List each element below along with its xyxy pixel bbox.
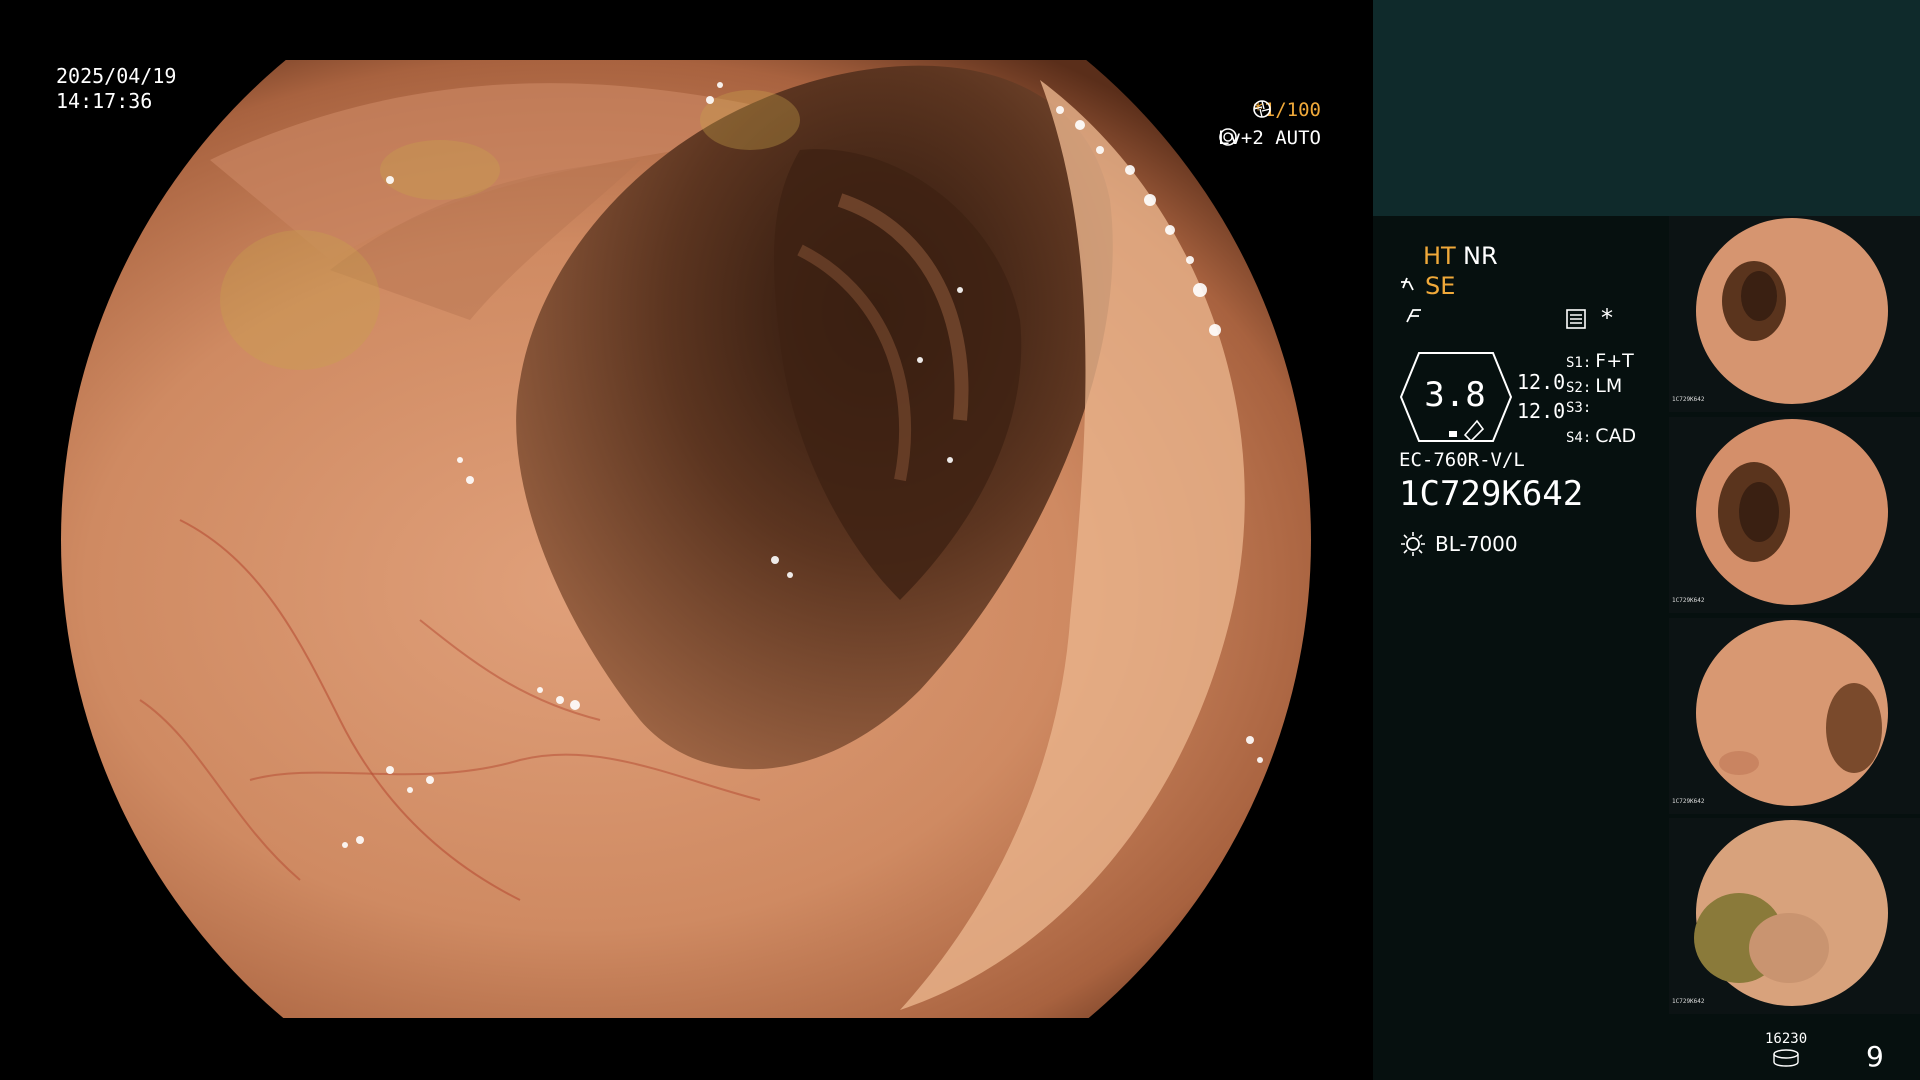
nr-label: NR	[1463, 242, 1498, 270]
switch-value: F+T	[1595, 350, 1634, 372]
light-source-icon	[1401, 532, 1425, 556]
iris-indicator: Lv+2 AUTO	[1218, 127, 1321, 149]
thumbnail-image	[1696, 620, 1888, 806]
disk-icon	[1773, 1049, 1799, 1067]
thumbnail-image	[1694, 820, 1888, 1006]
endoscope-screen: 2025/04/19 14:17:36 *1/100 Lv+2 AUTO HT …	[0, 0, 1920, 1080]
colon-image	[61, 60, 1311, 1018]
switch-key: S3:	[1566, 400, 1592, 416]
star-indicator: *	[1601, 304, 1613, 332]
switch-value: CAD	[1595, 425, 1637, 447]
switch-s3: S3:	[1566, 400, 1595, 416]
scope-model: EC-760R-V/L	[1399, 449, 1525, 471]
thumbnail-id: 1C729K642	[1672, 998, 1705, 1005]
se-label: SE	[1425, 272, 1456, 300]
setting-value-a: 12.0	[1517, 370, 1566, 394]
switch-s4: S4: CAD	[1566, 425, 1636, 447]
page-number: 9	[1866, 1040, 1884, 1073]
ht-label: HT	[1423, 242, 1456, 270]
image-count: 16230	[1765, 1031, 1808, 1047]
freeze-icon	[1406, 309, 1421, 323]
shutter-indicator: *1/100	[1252, 99, 1321, 121]
switch-s2: S2: LM	[1566, 375, 1622, 397]
switch-value: LM	[1595, 375, 1623, 397]
thumbnail-image	[1696, 419, 1888, 605]
thumbnail-id: 1C729K642	[1672, 798, 1705, 805]
switch-s1: S1: F+T	[1566, 350, 1634, 372]
date-text: 2025/04/19	[56, 64, 177, 88]
thumbnail-4[interactable]: 1C729K642	[1669, 818, 1920, 1014]
switch-key: S1:	[1566, 355, 1592, 371]
thumbnail-id: 1C729K642	[1672, 597, 1705, 604]
thumbnail-id: 1C729K642	[1672, 396, 1705, 403]
panel-header-area	[1373, 0, 1920, 216]
endoscopic-view: 2025/04/19 14:17:36 *1/100 Lv+2 AUTO	[0, 0, 1373, 1080]
light-source-row: BL-7000	[1399, 530, 1518, 558]
time-text: 14:17:36	[56, 89, 153, 113]
thumbnail-2[interactable]: 1C729K642	[1669, 417, 1920, 613]
serial-number: 1C729K642	[1399, 474, 1584, 514]
thumbnail-1[interactable]: 1C729K642	[1669, 216, 1920, 412]
iris-icon	[1219, 128, 1237, 146]
structure-enhance-icon	[1401, 277, 1414, 291]
setting-value-b: 12.0	[1517, 399, 1566, 423]
thumbnail-image	[1696, 218, 1888, 404]
light-source-label: BL-7000	[1435, 532, 1518, 556]
zoom-value: 3.8	[1424, 375, 1486, 415]
structure-enhance-row: SE	[1399, 272, 1455, 300]
switch-key: S2:	[1566, 380, 1592, 396]
menu-icon	[1566, 309, 1586, 329]
thumbnail-3[interactable]: 1C729K642	[1669, 618, 1920, 814]
shutter-icon	[1253, 100, 1272, 118]
switch-key: S4:	[1566, 430, 1592, 446]
